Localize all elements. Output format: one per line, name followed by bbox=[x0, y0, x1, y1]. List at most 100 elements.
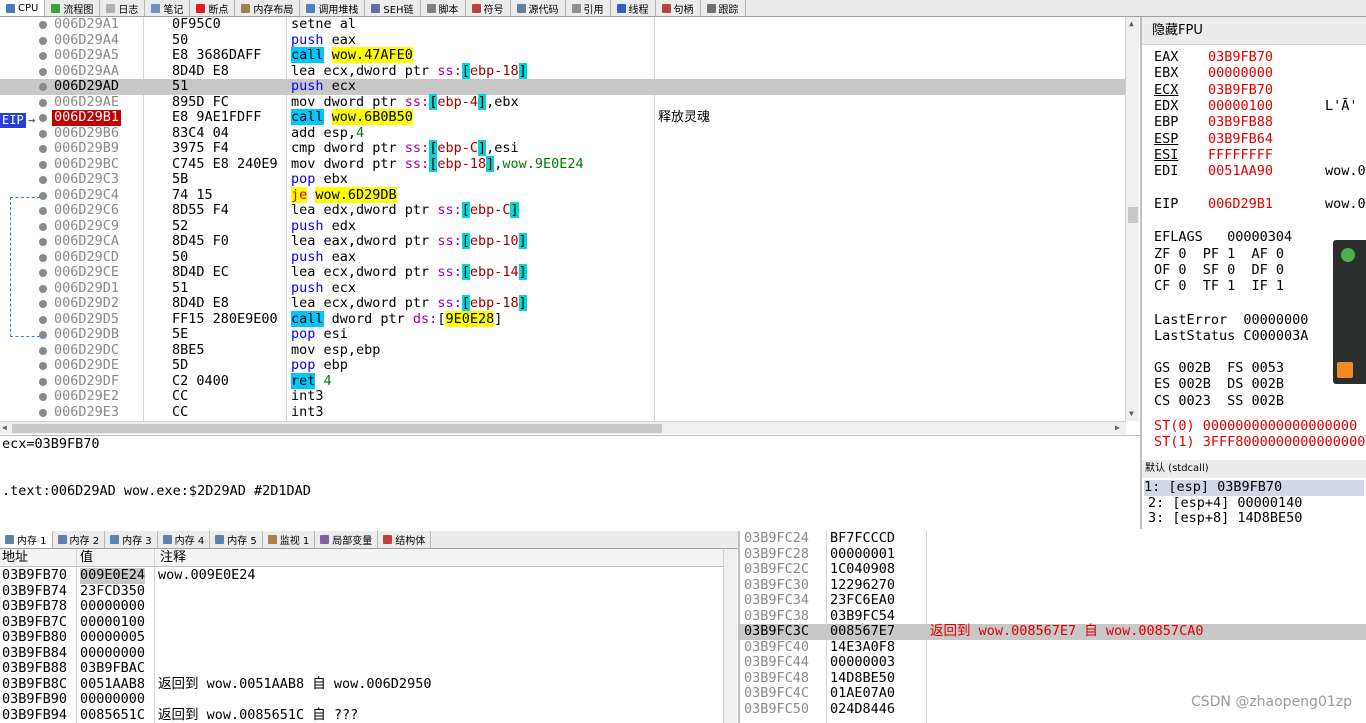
disasm-row[interactable]: 006D29B1 E8 9AE1FDFF call wow.6B0B50 释放灵魂 bbox=[0, 109, 1125, 126]
disasm-row[interactable]: 006D29A4 50 push eax bbox=[0, 32, 1125, 49]
stack-row[interactable]: 03B9FC30 12296270 bbox=[740, 577, 1366, 594]
breakpoint-dot-icon[interactable] bbox=[39, 52, 47, 60]
register-line[interactable]: EBP 03B9FB88 bbox=[1154, 114, 1325, 130]
breakpoint-dot-icon[interactable] bbox=[39, 98, 47, 107]
hide-fpu-button[interactable]: 隐藏FPU bbox=[1142, 17, 1366, 45]
flags-line[interactable]: ZF 0 PF 1 AF 0 bbox=[1154, 246, 1284, 262]
dump-tab-4[interactable]: 内存 5 bbox=[210, 531, 263, 548]
tab-9[interactable]: 符号 bbox=[466, 0, 511, 16]
call-arg[interactable]: 1: [esp] 03B9FB70 bbox=[1144, 479, 1364, 496]
breakpoint-dot-icon[interactable] bbox=[39, 284, 47, 293]
dump-vscrollbar[interactable] bbox=[723, 549, 737, 723]
breakpoint-dot-icon[interactable] bbox=[39, 269, 47, 277]
breakpoint-dot-icon[interactable] bbox=[39, 331, 47, 339]
tab-12[interactable]: 线程 bbox=[611, 0, 656, 16]
disasm-row[interactable]: 006D29AD 51 push ecx bbox=[0, 78, 1125, 95]
stack-row[interactable]: 03B9FC24 BF7FCCCD bbox=[740, 531, 1366, 547]
breakpoint-dot-icon[interactable] bbox=[39, 191, 47, 200]
disassembly-pane[interactable]: EIP → 006D29A1 0F95C0 setne al 006D29A4 50 pu… bbox=[0, 17, 1125, 421]
disasm-row[interactable]: 006D29CD 50 push eax bbox=[0, 249, 1125, 266]
disasm-row[interactable]: 006D29C6 8D55 F4 lea edx,dword ptr ss:[ebp… bbox=[0, 202, 1125, 219]
disasm-row[interactable]: 006D29C4 74 15 je wow.6D29DB bbox=[0, 186, 1125, 204]
disasm-row[interactable]: 006D29AE 895D FC mov dword ptr ss:[ebp-4],… bbox=[0, 93, 1125, 111]
disasm-row[interactable]: 006D29B6 83C4 04 add esp,4 bbox=[0, 125, 1125, 142]
tab-13[interactable]: 句柄 bbox=[656, 0, 701, 16]
flags-line[interactable]: CF 0 TF 1 IF 1 bbox=[1154, 278, 1284, 294]
call-arg[interactable]: 3: [esp+8] 14D8BE50 bbox=[1148, 510, 1302, 527]
disasm-row[interactable]: 006D29CE 8D4D EC lea ecx,dword ptr ss:[ebp… bbox=[0, 264, 1125, 281]
register-line[interactable]: ESI FFFFFFFF bbox=[1154, 147, 1325, 163]
register-line[interactable]: ECX 03B9FB70 bbox=[1154, 82, 1325, 98]
register-line[interactable]: ESP 03B9FB64 bbox=[1154, 131, 1325, 147]
tab-2[interactable]: 日志 bbox=[100, 0, 146, 16]
breakpoint-dot-icon[interactable] bbox=[39, 408, 47, 417]
calling-convention-select[interactable]: 默认 (stdcall) bbox=[1140, 460, 1366, 478]
stack-row[interactable]: 03B9FC38 03B9FC54 bbox=[740, 608, 1366, 625]
dump-row[interactable]: 03B9FB84 00000000 bbox=[0, 645, 724, 662]
floating-side-widget[interactable] bbox=[1333, 240, 1366, 384]
dump-tab-0[interactable]: 内存 1 bbox=[0, 531, 53, 548]
disasm-row[interactable]: 006D29A5 E8 3686DAFF call wow.47AFE0 bbox=[0, 47, 1125, 64]
disasm-row[interactable]: 006D29DC 8BE5 mov esp,ebp bbox=[0, 342, 1125, 359]
dump-tab-6[interactable]: 局部变量 bbox=[315, 531, 379, 548]
tab-14[interactable]: 跟踪 bbox=[701, 0, 746, 16]
disasm-row[interactable]: 006D29DF C2 0400 ret 4 bbox=[0, 372, 1125, 390]
disasm-row[interactable]: 006D29A1 0F95C0 setne al bbox=[0, 17, 1125, 33]
tab-6[interactable]: 调用堆栈 bbox=[300, 0, 366, 16]
dump-row[interactable]: 03B9FB94 0085651C 返回到 wow.0085651C 自 ??? bbox=[0, 707, 724, 723]
register-eip[interactable]: EIP 006D29B1 wow.0 bbox=[1154, 196, 1366, 212]
disasm-row[interactable]: 006D29E2 CC int3 bbox=[0, 388, 1125, 405]
laststatus-line[interactable]: LastStatus C000003A bbox=[1154, 328, 1308, 344]
disasm-row[interactable]: 006D29D1 51 push ecx bbox=[0, 280, 1125, 297]
dump-row[interactable]: 03B9FB7C 00000100 bbox=[0, 614, 724, 631]
stack-row[interactable]: 03B9FC3C 008567E7 返回到 wow.008567E7 自 wow.0… bbox=[740, 623, 1366, 640]
register-eflags[interactable]: EFLAGS 00000304 bbox=[1154, 229, 1292, 245]
dump-tab-2[interactable]: 内存 3 bbox=[105, 531, 158, 548]
register-line[interactable]: EBX 00000000 bbox=[1154, 65, 1325, 81]
breakpoint-dot-icon[interactable] bbox=[39, 315, 47, 324]
tab-0[interactable]: CPU bbox=[0, 0, 46, 16]
disasm-row[interactable]: 006D29AA 8D4D E8 lea ecx,dword ptr ss:[ebp… bbox=[0, 62, 1125, 80]
breakpoint-dot-icon[interactable] bbox=[39, 362, 47, 370]
breakpoint-dot-icon[interactable] bbox=[39, 222, 47, 231]
mic-icon[interactable] bbox=[1341, 248, 1355, 262]
disasm-row[interactable]: 006D29D2 8D4D E8 lea ecx,dword ptr ss:[ebp… bbox=[0, 295, 1125, 312]
breakpoint-dot-icon[interactable] bbox=[39, 346, 47, 355]
scroll-down-icon[interactable]: ▼ bbox=[1129, 409, 1134, 418]
lasterror-line[interactable]: LastError 00000000 bbox=[1154, 312, 1308, 328]
dump-row[interactable]: 03B9FB70 009E0E24 wow.009E0E24 bbox=[0, 567, 724, 584]
stack-row[interactable]: 03B9FC40 14E3A0F8 bbox=[740, 639, 1366, 656]
breakpoint-dot-icon[interactable] bbox=[39, 160, 47, 169]
hscroll-thumb[interactable] bbox=[12, 424, 662, 433]
breakpoint-dot-icon[interactable] bbox=[39, 114, 47, 122]
dump-row[interactable]: 03B9FB90 00000000 bbox=[0, 691, 724, 708]
disasm-row[interactable]: 006D29CA 8D45 F0 lea eax,dword ptr ss:[ebp… bbox=[0, 233, 1125, 250]
segment-line[interactable]: ES 002B DS 002B bbox=[1154, 376, 1284, 392]
tab-8[interactable]: 脚本 bbox=[421, 0, 466, 16]
breakpoint-dot-icon[interactable] bbox=[39, 36, 47, 45]
dump-tab-5[interactable]: 监视 1 bbox=[263, 531, 316, 548]
disasm-row[interactable]: 006D29E3 CC int3 bbox=[0, 404, 1125, 421]
scroll-left-icon[interactable]: ◀ bbox=[2, 423, 7, 432]
dump-row[interactable]: 03B9FB74 23FCD350 bbox=[0, 583, 724, 600]
breakpoint-dot-icon[interactable] bbox=[39, 176, 47, 184]
breakpoint-dot-icon[interactable] bbox=[39, 67, 47, 76]
tab-1[interactable]: 流程图 bbox=[45, 0, 101, 16]
stack-row[interactable]: 03B9FC2C 1C040908 bbox=[740, 561, 1366, 578]
disasm-row[interactable]: 006D29C9 52 push edx bbox=[0, 218, 1125, 235]
col-address[interactable]: 地址 bbox=[2, 549, 28, 567]
segment-line[interactable]: GS 002B FS 0053 bbox=[1154, 360, 1284, 376]
disasm-row[interactable]: 006D29DE 5D pop ebp bbox=[0, 357, 1125, 374]
dump-row[interactable]: 03B9FB80 00000005 bbox=[0, 629, 724, 646]
stack-row[interactable]: 03B9FC44 00000003 bbox=[740, 654, 1366, 671]
tab-10[interactable]: 源代码 bbox=[511, 0, 566, 16]
disasm-row[interactable]: 006D29B9 3975 F4 cmp dword ptr ss:[ebp-C],… bbox=[0, 140, 1125, 157]
tab-3[interactable]: 笔记 bbox=[145, 0, 191, 16]
st0-line[interactable]: ST(0) 0000000000000000000 bbox=[1154, 418, 1357, 434]
breakpoint-dot-icon[interactable] bbox=[39, 253, 47, 262]
segment-line[interactable]: CS 0023 SS 002B bbox=[1154, 393, 1284, 409]
dump-row[interactable]: 03B9FB88 03B9FBAC bbox=[0, 660, 724, 677]
scroll-up-icon[interactable]: ▲ bbox=[1129, 19, 1134, 28]
tab-5[interactable]: 内存布局 bbox=[235, 0, 301, 16]
disasm-row[interactable]: 006D29C3 5B pop ebx bbox=[0, 171, 1125, 188]
